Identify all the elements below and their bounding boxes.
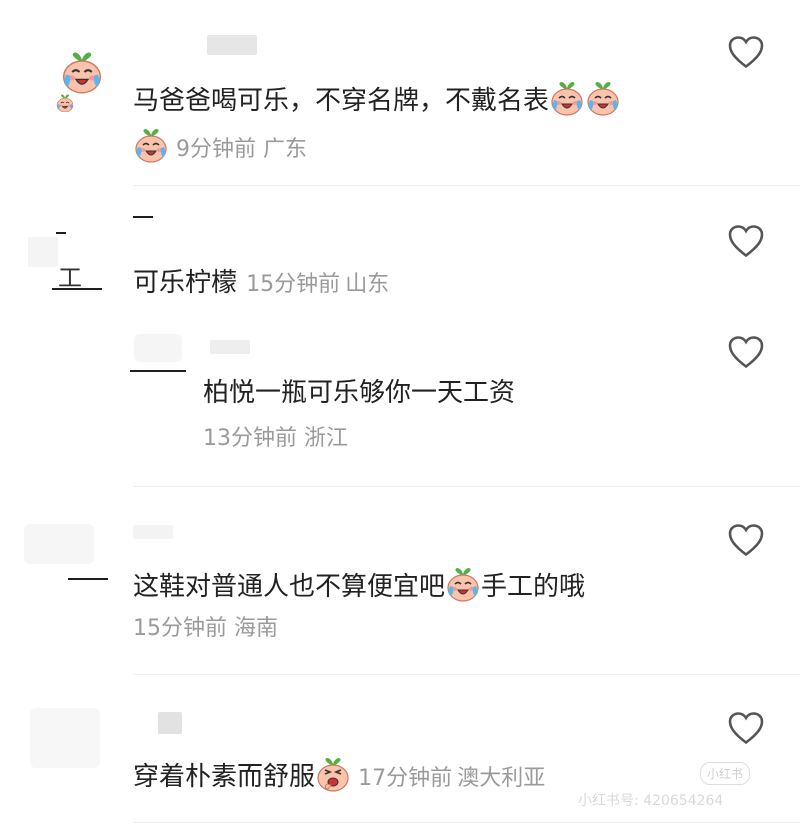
like-heart-icon[interactable] xyxy=(728,35,764,69)
comment-meta: 15分钟前 海南 xyxy=(133,616,278,642)
comment-text[interactable]: 穿着朴素而舒服 17分钟前 澳大利亚 xyxy=(133,756,545,793)
divider xyxy=(133,674,800,675)
username-blurred[interactable] xyxy=(207,35,257,55)
comment-body: 穿着朴素而舒服 xyxy=(133,762,316,792)
comment-location: 海南 xyxy=(234,616,279,641)
avatar[interactable] xyxy=(130,330,190,374)
comment-time: 9分钟前 xyxy=(176,137,256,162)
crying-peach-emoji-icon xyxy=(135,128,167,163)
comment-location: 浙江 xyxy=(304,426,349,451)
watermark-logo: 小红书 xyxy=(700,762,751,785)
username-blurred[interactable] xyxy=(158,712,182,734)
comment-body: 可乐柠檬 xyxy=(133,268,238,298)
comment-text[interactable]: 可乐柠檬 15分钟前 山东 xyxy=(133,268,389,299)
comment-text[interactable]: 这鞋对普通人也不算便宜吧 手工的哦 xyxy=(133,566,585,603)
avatar[interactable]: 工 xyxy=(28,222,108,292)
watermark-id: 小红书号: 420654264 xyxy=(578,793,724,809)
username-blurred[interactable] xyxy=(133,216,153,218)
comment-body: 马爸爸喝可乐，不穿名牌，不戴名表 xyxy=(133,86,550,116)
comment-meta: 9分钟前 广东 xyxy=(133,127,307,163)
crying-peach-avatar-icon xyxy=(56,94,74,112)
crying-peach-emoji-icon xyxy=(587,81,619,116)
like-heart-icon[interactable] xyxy=(728,523,764,557)
crying-peach-emoji-icon xyxy=(447,567,479,602)
comment-body: 这鞋对普通人也不算便宜吧 xyxy=(133,572,446,602)
comment-body[interactable]: 柏悦一瓶可乐够你一天工资 xyxy=(203,378,515,409)
username-blurred[interactable] xyxy=(133,525,173,539)
comment-body: 手工的哦 xyxy=(481,572,586,602)
like-heart-icon[interactable] xyxy=(728,711,764,745)
crying-peach-avatar-icon xyxy=(62,51,102,94)
comment-time: 15分钟前 xyxy=(246,272,341,297)
comment-time: 17分钟前 xyxy=(358,766,453,791)
avatar[interactable] xyxy=(30,708,110,778)
comment-text[interactable]: 马爸爸喝可乐，不穿名牌，不戴名表 xyxy=(133,80,621,117)
crying-peach-emoji-icon xyxy=(551,81,583,116)
comment-location: 澳大利亚 xyxy=(457,766,546,791)
avatar[interactable] xyxy=(52,48,112,112)
comment-location: 广东 xyxy=(263,137,308,162)
laughing-peach-emoji-icon xyxy=(317,757,349,792)
comment-time: 15分钟前 xyxy=(133,616,227,641)
username-blurred[interactable] xyxy=(210,340,250,354)
divider xyxy=(133,185,800,186)
divider xyxy=(133,486,800,487)
like-heart-icon[interactable] xyxy=(728,335,764,369)
divider xyxy=(133,822,800,823)
avatar[interactable] xyxy=(24,520,108,590)
comment-location: 山东 xyxy=(345,272,390,297)
comment-meta: 13分钟前 浙江 xyxy=(203,426,348,452)
like-heart-icon[interactable] xyxy=(728,224,764,258)
comment-time: 13分钟前 xyxy=(203,426,297,451)
